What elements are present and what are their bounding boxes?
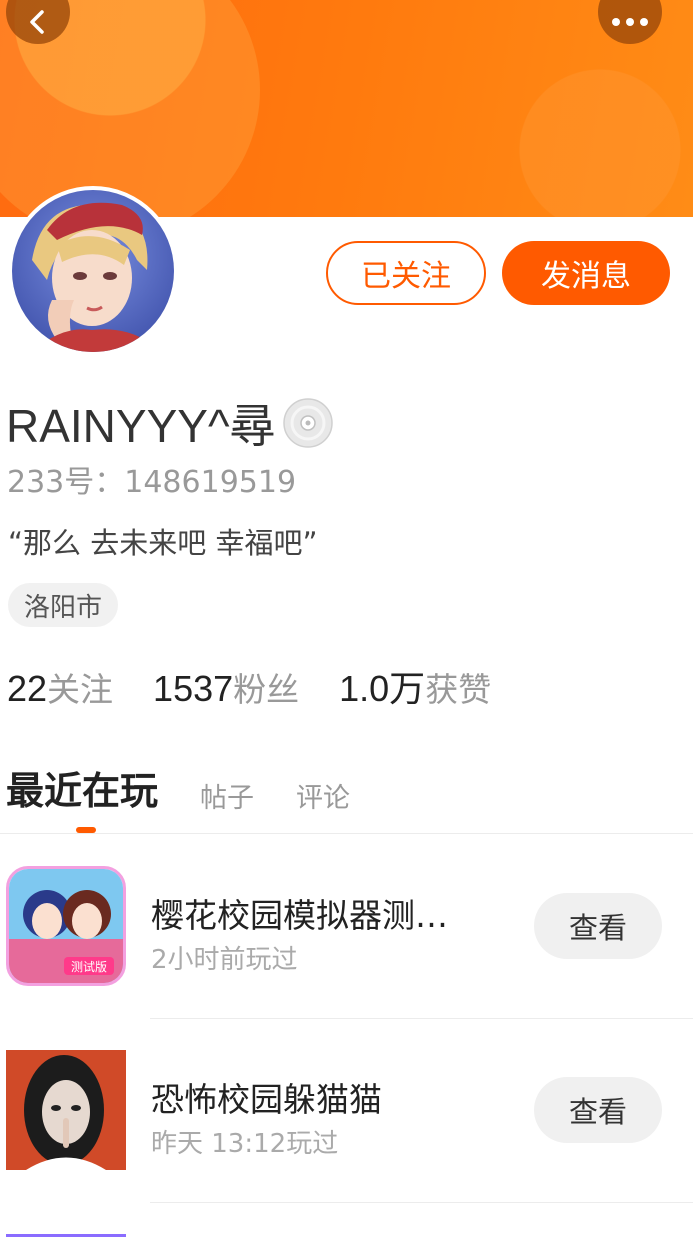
- svg-text:测试版: 测试版: [71, 959, 107, 974]
- follow-button[interactable]: 已关注: [326, 241, 486, 305]
- next-item-edge: [6, 1234, 126, 1237]
- message-button[interactable]: 发消息: [502, 241, 670, 305]
- list-item[interactable]: 恐怖校园躲猫猫 昨天 13:12玩过 查看: [0, 1019, 693, 1203]
- tab-recent-play[interactable]: 最近在玩: [6, 760, 158, 815]
- profile-tabs: 最近在玩 帖子 评论: [6, 760, 392, 815]
- user-avatar[interactable]: [8, 186, 178, 356]
- view-button[interactable]: 查看: [534, 893, 662, 959]
- tab-comments[interactable]: 评论: [296, 776, 350, 815]
- tab-posts[interactable]: 帖子: [200, 776, 254, 815]
- user-id: 233号：148619519: [7, 465, 297, 500]
- username-text: RAINYYY^尋: [6, 400, 276, 452]
- stat-fans[interactable]: 1537 粉丝: [153, 663, 299, 711]
- divider: [0, 833, 693, 834]
- game-title: 恐怖校园躲猫猫: [151, 1080, 382, 1119]
- profile-stats: 22 关注 1537 粉丝 1.0万 获赞: [7, 660, 531, 712]
- list-item[interactable]: 测试版 樱花校园模拟器测… 2小时前玩过 查看: [0, 835, 693, 1019]
- chevron-left-icon: [30, 10, 44, 34]
- stat-following[interactable]: 22 关注: [7, 663, 113, 711]
- divider: [150, 1202, 693, 1203]
- game-icon-sakura: 测试版: [6, 866, 126, 986]
- more-dots-icon: [612, 18, 648, 26]
- profile-banner: [0, 0, 693, 217]
- username: RAINYYY^尋: [6, 390, 334, 456]
- user-bio: “那么 去未来吧 幸福吧”: [8, 526, 318, 560]
- game-title: 樱花校园模拟器测…: [151, 896, 448, 935]
- stat-likes[interactable]: 1.0万 获赞: [339, 660, 491, 712]
- game-last-played: 2小时前玩过: [151, 945, 298, 975]
- game-icon-horror: [6, 1050, 126, 1170]
- location-tag: 洛阳市: [8, 583, 119, 627]
- disc-icon: [282, 398, 333, 448]
- view-button[interactable]: 查看: [534, 1077, 662, 1143]
- game-last-played: 昨天 13:12玩过: [151, 1129, 339, 1159]
